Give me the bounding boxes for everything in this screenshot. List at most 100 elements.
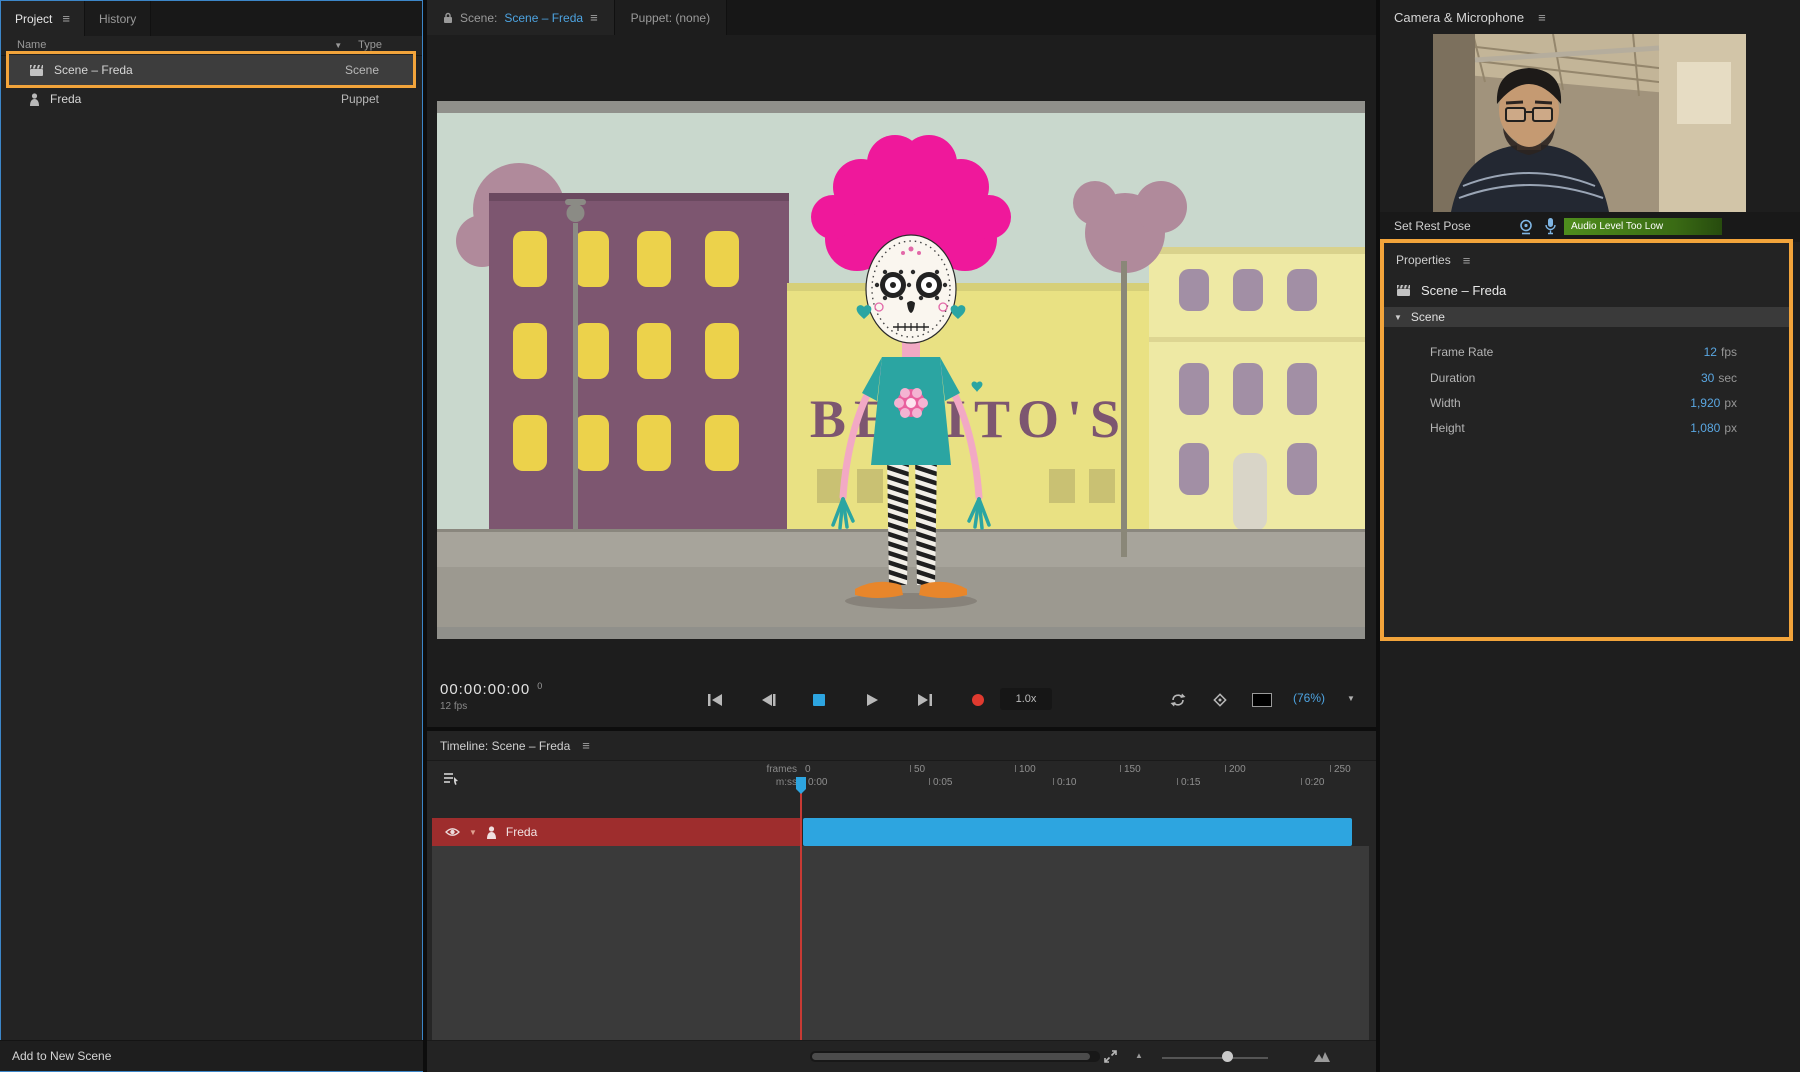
puppet-icon (29, 93, 40, 106)
playback-speed-value: 1.0x (1016, 693, 1037, 705)
track-options-button[interactable] (443, 771, 459, 791)
camera-panel-header: Camera & Microphone ≡ (1380, 0, 1800, 35)
go-to-start-icon (707, 693, 723, 707)
property-row-height: Height 1,080px (1384, 419, 1789, 439)
loop-icon (1169, 693, 1187, 707)
letterbox-toggle-button[interactable] (1247, 689, 1277, 711)
audio-level-text: Audio Level Too Low (1571, 221, 1663, 232)
panel-menu-icon[interactable]: ≡ (582, 739, 590, 752)
webcam-image (1433, 34, 1746, 212)
property-value[interactable]: 1,080px (1690, 421, 1737, 435)
scene-icon (1396, 284, 1411, 297)
section-title: Scene (1411, 310, 1445, 324)
tab-project[interactable]: Project ≡ (1, 1, 85, 36)
property-label: Frame Rate (1430, 345, 1493, 359)
playhead-handle[interactable] (796, 777, 806, 789)
timecode-display[interactable]: 00:00:00:000 (440, 681, 542, 698)
scene-canvas[interactable]: BENITO'S (437, 101, 1365, 639)
letterbox-icon (1252, 693, 1272, 707)
ruler-time-tick: 0:00 (808, 777, 827, 788)
panel-menu-icon[interactable]: ≡ (1463, 254, 1471, 267)
timeline-bottom-bar: ▲ (427, 1040, 1376, 1072)
zoom-scale-icon (1313, 1050, 1331, 1068)
section-collapse-caret-icon[interactable]: ▼ (1394, 313, 1402, 322)
panel-menu-icon[interactable]: ≡ (62, 12, 70, 25)
scene-artwork: BENITO'S (437, 101, 1365, 639)
zoom-to-fit-button[interactable] (1103, 1049, 1118, 1069)
scene-section-header[interactable]: ▼ Scene (1384, 307, 1789, 327)
zoom-level-button[interactable]: (76%) (1293, 691, 1325, 705)
property-value[interactable]: 12fps (1704, 345, 1737, 359)
microphone-toggle-button[interactable] (1544, 217, 1557, 240)
add-to-new-scene-button[interactable]: Add to New Scene (12, 1049, 111, 1063)
scene-tabbar: Scene: Scene – Freda ≡ Puppet: (none) (427, 0, 1376, 35)
project-panel-tabbar: Project ≡ History (1, 1, 422, 36)
property-value[interactable]: 30sec (1701, 371, 1737, 385)
timeline-track-area[interactable] (432, 846, 1369, 1040)
timeline-zoom-slider[interactable] (1162, 1057, 1268, 1059)
set-rest-pose-button[interactable]: Set Rest Pose (1394, 219, 1471, 233)
previous-frame-icon (760, 693, 776, 707)
property-value[interactable]: 1,920px (1690, 396, 1737, 410)
previous-frame-button[interactable] (753, 689, 783, 711)
track-bar-freda[interactable] (803, 818, 1352, 846)
next-frame-button[interactable] (910, 689, 940, 711)
transport-bar: 00:00:00:000 12 fps 1.0x (427, 663, 1376, 727)
record-button[interactable] (963, 689, 993, 711)
sort-caret-icon[interactable]: ▼ (334, 41, 342, 50)
camera-toggle-button[interactable] (1518, 219, 1535, 240)
ruler-frame-tick: 100 (1015, 764, 1036, 775)
tab-scene[interactable]: Scene: Scene – Freda ≡ (427, 0, 615, 35)
play-button[interactable] (857, 689, 887, 711)
webcam-feed (1433, 34, 1746, 212)
lock-icon (443, 12, 453, 24)
project-row-type: Puppet (341, 92, 379, 106)
scrollbar-thumb[interactable] (812, 1053, 1090, 1060)
ruler-time-tick: 0:05 (929, 777, 952, 788)
track-expand-caret-icon[interactable]: ▼ (469, 828, 477, 837)
tab-history[interactable]: History (85, 1, 151, 36)
scene-panel: Scene: Scene – Freda ≡ Puppet: (none) (427, 0, 1376, 1072)
stop-icon (813, 694, 825, 706)
fps-label: 12 fps (440, 701, 467, 712)
tab-puppet[interactable]: Puppet: (none) (615, 0, 727, 35)
property-label: Duration (1430, 371, 1475, 385)
panel-menu-icon[interactable]: ≡ (590, 11, 598, 24)
next-frame-icon (917, 693, 933, 707)
properties-panel: Properties ≡ Scene – Freda ▼ Scene Frame… (1380, 239, 1793, 641)
project-column-header[interactable]: Name ▼ Type (1, 36, 422, 56)
project-row-freda[interactable]: Freda Puppet (9, 86, 413, 112)
loop-toggle-button[interactable] (1163, 689, 1193, 711)
playback-speed-button[interactable]: 1.0x (1000, 688, 1052, 710)
camera-properties-panel: Camera & Microphone ≡ (1380, 0, 1800, 1072)
column-type-label: Type (358, 39, 382, 51)
camera-panel-title: Camera & Microphone (1394, 10, 1524, 25)
snapping-toggle-button[interactable] (1205, 689, 1235, 711)
stop-button[interactable] (804, 689, 834, 711)
eye-icon[interactable] (445, 827, 460, 837)
zoom-out-caret-icon[interactable]: ▲ (1135, 1051, 1143, 1060)
ruler-frame-tick: 250 (1330, 764, 1351, 775)
track-header-freda[interactable]: ▼ Freda (432, 818, 801, 846)
camera-icon (1518, 219, 1535, 235)
project-row-name: Scene – Freda (54, 63, 133, 77)
frame-counter: 0 (537, 681, 542, 691)
timeline-horizontal-scrollbar[interactable] (810, 1051, 1100, 1062)
microphone-icon (1544, 217, 1557, 235)
go-to-start-button[interactable] (700, 689, 730, 711)
panel-menu-icon[interactable]: ≡ (1538, 11, 1546, 24)
snapping-icon (1212, 692, 1228, 708)
properties-item-title: Scene – Freda (1421, 283, 1506, 298)
timeline-zoom-knob[interactable] (1222, 1051, 1233, 1062)
ruler-time-tick: 0:10 (1053, 777, 1076, 788)
tree-trunk (1121, 261, 1127, 557)
ruler-frame-tick: 50 (910, 764, 925, 775)
tab-puppet-label: Puppet: (none) (631, 11, 710, 25)
zoom-dropdown-caret-icon[interactable]: ▼ (1347, 694, 1355, 703)
zoom-to-fit-icon (1103, 1049, 1118, 1064)
property-label: Height (1430, 421, 1465, 435)
tab-scene-title: Scene – Freda (504, 11, 583, 25)
tab-project-label: Project (15, 12, 52, 26)
ruler-frame-tick: 0 (805, 764, 811, 775)
project-row-scene-freda[interactable]: Scene – Freda Scene (9, 55, 413, 85)
